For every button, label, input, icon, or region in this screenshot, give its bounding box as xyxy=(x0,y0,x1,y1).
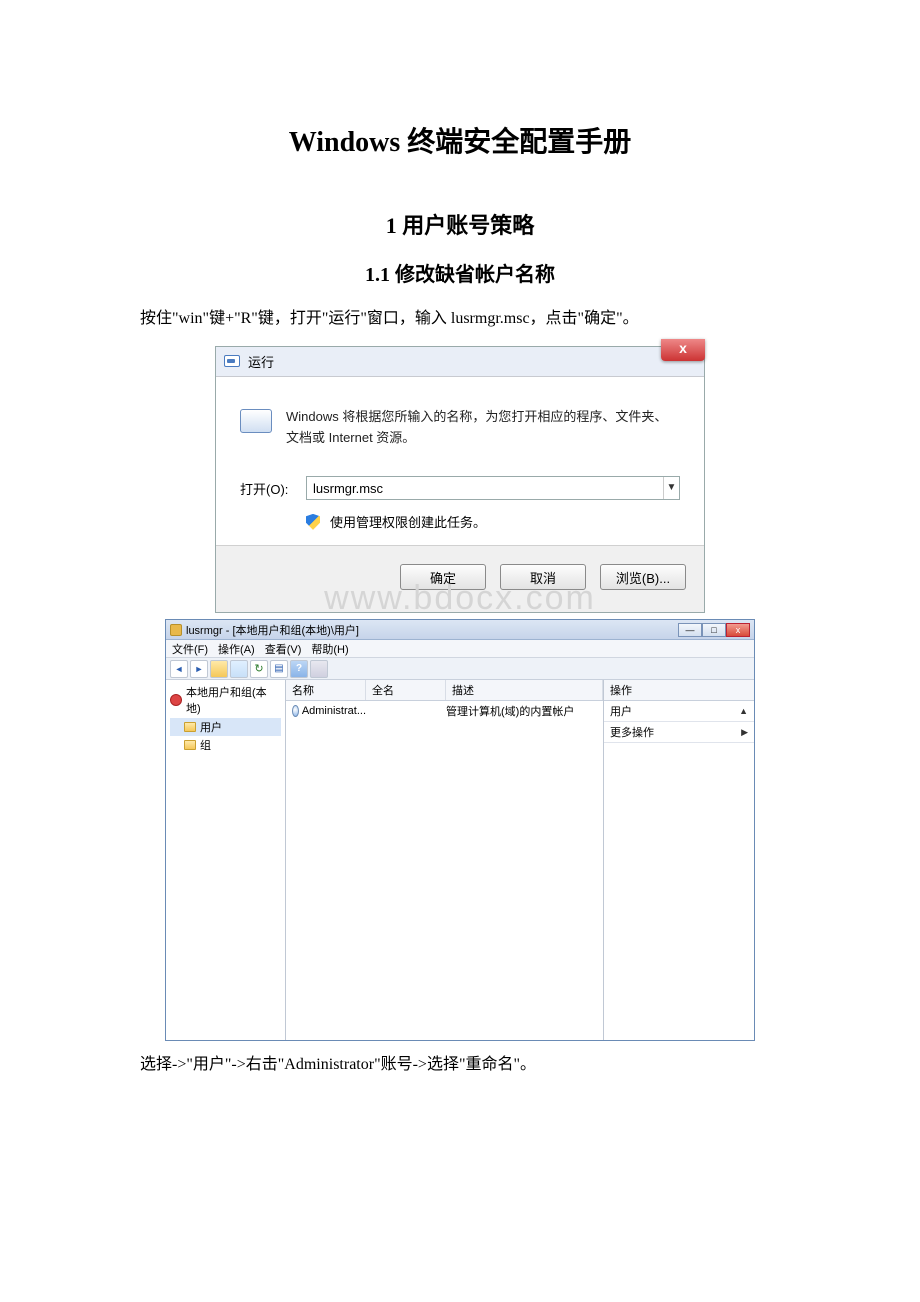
help-icon[interactable] xyxy=(290,660,308,678)
properties-icon[interactable] xyxy=(310,660,328,678)
actions-header: 操作 xyxy=(604,680,754,701)
close-button[interactable]: x xyxy=(661,339,705,361)
column-description[interactable]: 描述 xyxy=(446,680,603,700)
actions-more[interactable]: 更多操作 ▶ xyxy=(604,722,754,743)
open-input[interactable] xyxy=(307,481,663,496)
refresh-icon[interactable] xyxy=(250,660,268,678)
column-name[interactable]: 名称 xyxy=(286,680,366,700)
mmc-titlebar[interactable]: lusrmgr - [本地用户和组(本地)\用户] — □ x xyxy=(166,620,754,640)
actions-pane: 操作 用户 ▲ 更多操作 ▶ xyxy=(604,680,754,1040)
user-icon xyxy=(292,705,299,717)
doc-title: Windows 终端安全配置手册 xyxy=(140,120,780,160)
users-groups-root-icon xyxy=(170,694,182,706)
menu-file[interactable]: 文件(F) xyxy=(172,641,208,657)
user-name-cell: Administrat... xyxy=(302,705,366,717)
actions-more-label: 更多操作 xyxy=(610,724,654,740)
uac-shield-icon xyxy=(306,514,320,530)
menu-view[interactable]: 查看(V) xyxy=(265,641,302,657)
run-title-text: 运行 xyxy=(248,352,274,371)
show-hide-tree-icon[interactable] xyxy=(230,660,248,678)
export-list-icon[interactable] xyxy=(270,660,288,678)
mmc-title-text: lusrmgr - [本地用户和组(本地)\用户] xyxy=(186,622,359,638)
forward-icon[interactable] xyxy=(190,660,208,678)
run-dialog-icon xyxy=(240,409,272,433)
lusrmgr-window: lusrmgr - [本地用户和组(本地)\用户] — □ x 文件(F) 操作… xyxy=(165,619,755,1041)
section-1-1-heading: 1.1 修改缺省帐户名称 xyxy=(140,258,780,287)
mmc-close-button[interactable]: x xyxy=(726,623,750,637)
minimize-button[interactable]: — xyxy=(678,623,702,637)
menu-help[interactable]: 帮助(H) xyxy=(311,641,348,657)
folder-icon xyxy=(184,722,196,732)
tree-pane: 本地用户和组(本地) 用户 组 xyxy=(166,680,286,1040)
tree-root-label: 本地用户和组(本地) xyxy=(186,684,281,716)
section-1-heading: 1 用户账号策略 xyxy=(140,208,780,240)
run-dialog: 运行 x Windows 将根据您所输入的名称，为您打开相应的程序、文件夹、文档… xyxy=(215,346,705,614)
list-pane: 名称 全名 描述 Administrat... 管理计算机(域)的内置帐户 xyxy=(286,680,604,1040)
paragraph-1: 按住"win"键+"R"键，打开"运行"窗口，输入 lusrmgr.msc，点击… xyxy=(140,305,780,334)
mmc-menubar: 文件(F) 操作(A) 查看(V) 帮助(H) xyxy=(166,640,754,658)
expand-arrow-icon: ▶ xyxy=(741,727,748,738)
tree-groups-label: 组 xyxy=(200,737,211,753)
run-description: Windows 将根据您所输入的名称，为您打开相应的程序、文件夹、文档或 Int… xyxy=(286,407,680,449)
tree-root[interactable]: 本地用户和组(本地) xyxy=(170,684,281,716)
mmc-toolbar xyxy=(166,658,754,680)
actions-users-label: 用户 xyxy=(610,703,632,719)
list-item[interactable]: Administrat... 管理计算机(域)的内置帐户 xyxy=(286,701,603,721)
tree-users-label: 用户 xyxy=(200,719,222,735)
folder-icon xyxy=(184,740,196,750)
tree-item-users[interactable]: 用户 xyxy=(170,718,281,736)
user-fullname-cell xyxy=(366,703,446,719)
up-folder-icon[interactable] xyxy=(210,660,228,678)
paragraph-2: 选择->"用户"->右击"Administrator"账号->选择"重命名"。 xyxy=(140,1051,780,1080)
open-label: 打开(O): xyxy=(240,479,298,498)
open-combobox[interactable]: ▼ xyxy=(306,476,680,500)
maximize-button[interactable]: □ xyxy=(702,623,726,637)
run-titlebar[interactable]: 运行 x xyxy=(216,347,704,377)
cancel-button[interactable]: 取消 xyxy=(500,564,586,590)
mmc-app-icon xyxy=(170,624,182,636)
menu-action[interactable]: 操作(A) xyxy=(218,641,255,657)
back-icon[interactable] xyxy=(170,660,188,678)
actions-section-users[interactable]: 用户 ▲ xyxy=(604,701,754,722)
dropdown-arrow-icon[interactable]: ▼ xyxy=(663,477,679,499)
column-fullname[interactable]: 全名 xyxy=(366,680,446,700)
ok-button[interactable]: 确定 xyxy=(400,564,486,590)
tree-item-groups[interactable]: 组 xyxy=(170,736,281,754)
admin-privilege-text: 使用管理权限创建此任务。 xyxy=(330,512,486,531)
browse-button[interactable]: 浏览(B)... xyxy=(600,564,686,590)
user-desc-cell: 管理计算机(域)的内置帐户 xyxy=(446,703,603,719)
collapse-arrow-icon: ▲ xyxy=(739,706,748,716)
run-app-icon xyxy=(224,355,240,367)
